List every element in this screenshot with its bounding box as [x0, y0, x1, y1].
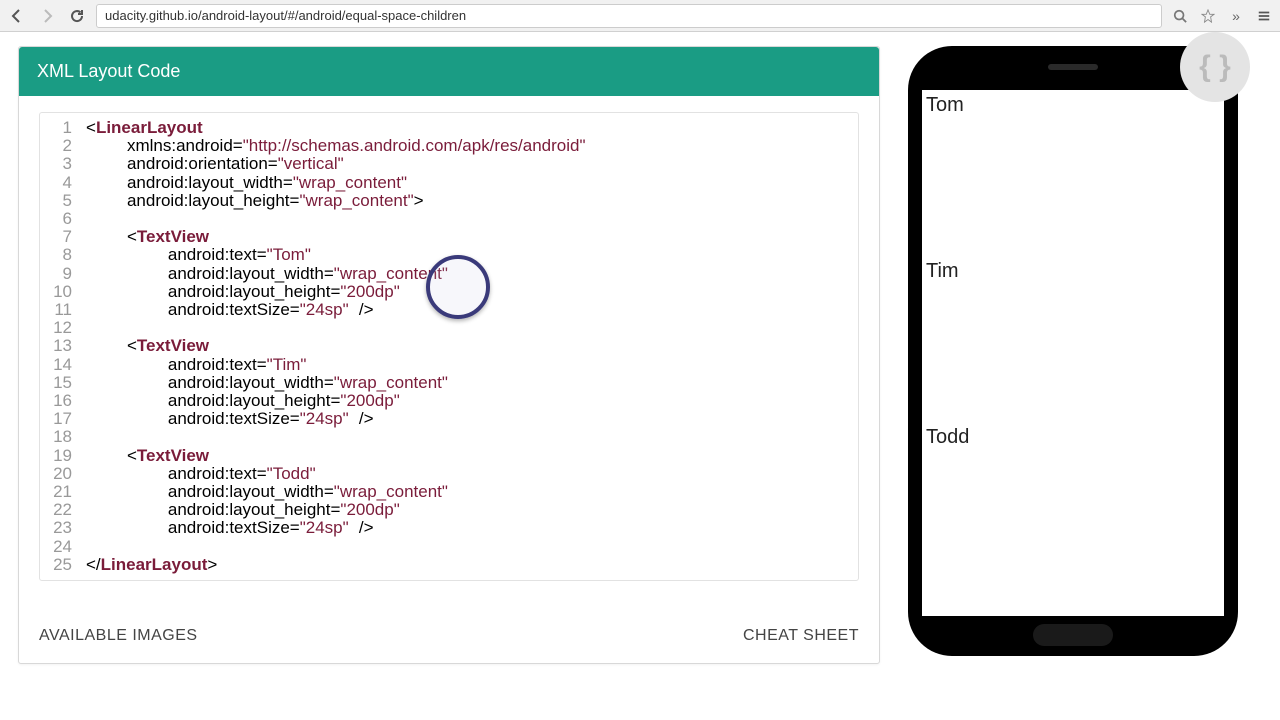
reload-button[interactable]	[66, 5, 88, 27]
page-url: udacity.github.io/android-layout/#/andro…	[105, 8, 466, 23]
star-icon[interactable]	[1198, 6, 1218, 26]
code-editor[interactable]: 1<LinearLayout 2 xmlns:android="http://s…	[39, 112, 859, 581]
phone-mockup: Tom Tim Todd	[908, 46, 1238, 656]
back-button[interactable]	[6, 5, 28, 27]
phone-text-tom: Tom	[926, 94, 964, 117]
card-title: XML Layout Code	[19, 47, 879, 96]
browser-toolbar: udacity.github.io/android-layout/#/andro…	[0, 0, 1280, 32]
cursor-magnifier	[426, 255, 490, 319]
udacity-badge-icon: { }	[1180, 32, 1250, 102]
address-bar[interactable]: udacity.github.io/android-layout/#/andro…	[96, 4, 1162, 28]
phone-text-todd: Todd	[926, 426, 969, 449]
search-icon[interactable]	[1170, 6, 1190, 26]
forward-button[interactable]	[36, 5, 58, 27]
layout-card: XML Layout Code 1<LinearLayout 2 xmlns:a…	[18, 46, 880, 664]
page-body: XML Layout Code 1<LinearLayout 2 xmlns:a…	[0, 32, 1280, 678]
phone-screen: Tom Tim Todd	[922, 90, 1224, 616]
code-area: 1<LinearLayout 2 xmlns:android="http://s…	[19, 96, 879, 611]
phone-text-tim: Tim	[926, 260, 959, 283]
phone-speaker	[1048, 64, 1098, 70]
menu-icon[interactable]	[1254, 6, 1274, 26]
cheat-sheet-link[interactable]: CHEAT SHEET	[743, 627, 859, 645]
card-footer: AVAILABLE IMAGES CHEAT SHEET	[19, 611, 879, 663]
available-images-link[interactable]: AVAILABLE IMAGES	[39, 627, 198, 645]
overflow-chevron-icon[interactable]: »	[1226, 6, 1246, 26]
phone-home-button	[1033, 624, 1113, 646]
